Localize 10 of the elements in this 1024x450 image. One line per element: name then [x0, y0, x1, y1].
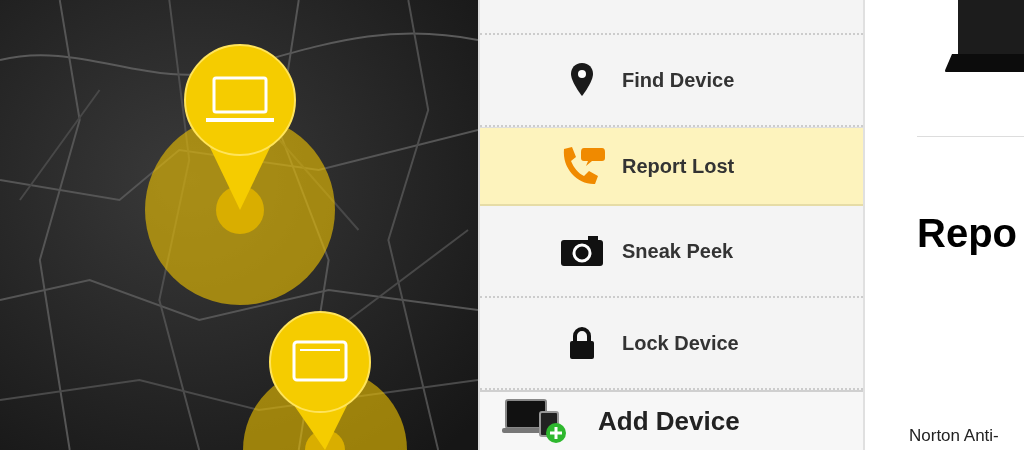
menu-item[interactable]: Report Lost	[480, 127, 863, 206]
laptop-pin-icon[interactable]	[145, 44, 335, 305]
page-heading: Repo	[917, 210, 1018, 257]
map-pin-icon	[570, 62, 594, 98]
menu-item[interactable]: Sneak Peek	[480, 206, 863, 298]
body-text: Norton Anti-	[909, 426, 1000, 446]
lock-icon	[568, 326, 596, 360]
devices-add-icon	[502, 398, 568, 444]
tablet-pin-icon[interactable]	[243, 311, 407, 450]
camera-icon	[560, 235, 604, 267]
